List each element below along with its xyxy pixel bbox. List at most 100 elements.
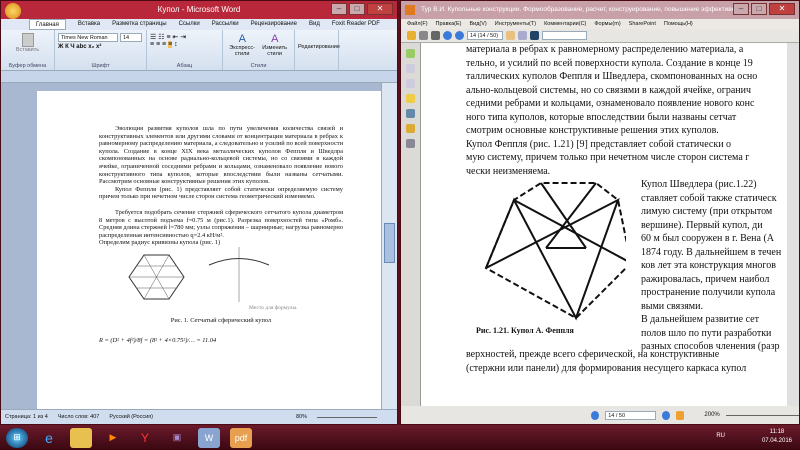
vertical-scrollbar[interactable] [787,43,799,406]
menu-file[interactable]: Файл(F) [407,19,428,29]
comments-icon[interactable] [406,94,415,103]
pdf-status-bar: 14 / 50 200% [401,406,799,424]
security-icon[interactable] [406,124,415,133]
open-icon[interactable] [407,31,416,40]
ie-icon[interactable]: e [38,428,60,448]
word-title-bar: Купол - Microsoft Word – □ ✕ [1,1,397,19]
text-line: полов шло по пути разработки [641,327,772,339]
word-count[interactable]: Число слов: 407 [58,410,100,424]
last-page-icon[interactable] [661,410,671,420]
language-indicator[interactable]: RU [716,433,725,439]
list-buttons[interactable]: ☰ ☷ ≡ ⇤ ⇥ [150,33,219,41]
editing-button[interactable]: Редактирование [295,30,340,70]
toolbar: 14 (14 / 50) [401,29,799,43]
figure: Место для формулы. [99,246,343,317]
hand-tool-icon[interactable] [506,31,515,40]
document-page[interactable]: Эволюция развития куполов шла по пути ув… [37,91,381,409]
status-page-field[interactable]: 14 / 50 [605,410,656,420]
taskbar: ⊞ e ▶ Y ▣ W pdf RU 11:18 07.04.2016 [0,425,800,450]
menu-bar: Файл(F) Правка(E) Вид(V) Инструменты(T) … [401,19,799,29]
text-line: Купол Шведлера (рис.1.22) [641,179,757,190]
zoom-slider[interactable] [317,417,377,424]
pdf-content: материала в ребрах к равномерному распре… [421,43,787,406]
text-line: ражировалась, причем наибол [641,273,770,285]
text-line: В дальнейшем развитие сет [641,314,759,325]
styles-group: A A Экспресс-стили Изменить стили Стили [223,30,295,70]
search-input[interactable] [542,31,587,40]
menu-forms[interactable]: Формы(m) [594,19,620,29]
vertical-scrollbar[interactable] [381,83,397,409]
zoom-slider[interactable] [725,414,799,416]
menu-sharepoint[interactable]: SharePoint [629,19,656,29]
continuous-view-icon[interactable] [676,410,685,420]
tab-mailings[interactable]: Рассылки [212,19,239,30]
explorer-icon[interactable] [70,427,92,448]
clock[interactable]: 11:18 07.04.2016 [762,428,792,446]
menu-view[interactable]: Вид(V) [469,19,486,29]
window-title: Тур В.И. Купольные конструкции. Формообр… [421,6,760,13]
yandex-icon[interactable]: Y [134,428,156,448]
pages-icon[interactable] [406,49,415,58]
font-format-buttons[interactable]: Ж К Ч abc x₂ x² [58,44,143,50]
word-taskbar-icon[interactable]: W [198,427,220,448]
text-line: 1874 году. В дальнейшем в течен [641,246,782,258]
font-size-select[interactable]: 14 [119,33,142,42]
bookmarks-icon[interactable] [406,64,415,73]
align-buttons[interactable]: ≡ ≡ ≡ ≡ ↕ [150,41,219,48]
minimize-button[interactable]: – [733,3,749,15]
start-button[interactable]: ⊞ [6,427,28,448]
print-icon[interactable] [431,31,440,40]
select-tool-icon[interactable] [518,31,527,40]
pdf-page[interactable]: материала в ребрах к равномерному распре… [421,43,787,406]
save-icon[interactable] [419,31,428,40]
group-label: Буфер обмена [8,63,47,69]
language[interactable]: Русский (Россия) [109,410,153,424]
tab-insert[interactable]: Вставка [78,19,100,30]
menu-edit[interactable]: Правка(E) [436,19,462,29]
menu-comments[interactable]: Комментарии(C) [544,19,586,29]
text-line: 60 м был сооружен в г. Вена (А [641,233,775,244]
signature-icon[interactable] [406,139,415,148]
tab-page-layout[interactable]: Разметка страницы [112,19,166,30]
disk-icon[interactable]: ▣ [166,428,188,448]
attachments-icon[interactable] [406,109,415,118]
find-icon[interactable] [530,31,539,40]
zoom-level[interactable]: 80% [296,410,307,424]
paste-button[interactable]: Вставить [4,33,51,53]
text-line: материала в ребрах к равномерному распре… [466,44,744,55]
page-count[interactable]: Страница: 1 из 4 [5,410,48,424]
tab-view[interactable]: Вид [309,19,320,30]
paragraph: Определим радиус кривизны купола (рис. 1… [99,239,221,247]
formula-placeholder: Место для формулы. [249,304,298,311]
minimize-button[interactable]: – [331,3,347,15]
foxit-taskbar-icon[interactable]: pdf [230,427,252,448]
text-line: ставляет собой также статическ [641,192,777,204]
tab-references[interactable]: Ссылки [179,19,200,30]
first-page-icon[interactable] [591,410,600,420]
maximize-button[interactable]: □ [751,3,767,15]
text-line: ально-кольцевой системы, но со связями в… [466,84,752,96]
tab-home[interactable]: Главная [29,19,66,30]
font-group: Times New Roman 14 Ж К Ч abc x₂ x² Шрифт [55,30,147,70]
menu-tools[interactable]: Инструменты(T) [495,19,536,29]
change-styles-button[interactable]: Изменить стили [258,45,291,57]
quick-styles-button[interactable]: Экспресс-стили [226,45,258,57]
ruler[interactable] [1,71,397,83]
maximize-button[interactable]: □ [349,3,365,15]
zoom-level[interactable]: 200% [704,412,719,418]
document-area: Эволюция развития куполов шла по пути ув… [1,83,381,409]
menu-help[interactable]: Помощь(H) [664,19,693,29]
tab-review[interactable]: Рецензирование [251,19,297,30]
page-number-field[interactable]: 14 (14 / 50) [467,31,503,40]
close-button[interactable]: ✕ [769,3,795,15]
tab-foxit[interactable]: Foxit Reader PDF [332,19,380,30]
office-button[interactable] [5,3,21,19]
media-player-icon[interactable]: ▶ [102,428,124,448]
prev-page-icon[interactable] [443,31,452,40]
layers-icon[interactable] [406,79,415,88]
text-line: вершине). Первый купол, ди [641,219,763,231]
font-name-select[interactable]: Times New Roman [58,33,118,42]
next-page-icon[interactable] [455,31,464,40]
close-button[interactable]: ✕ [367,3,393,15]
text-line: (стержни или панели) для формирования не… [466,362,747,374]
